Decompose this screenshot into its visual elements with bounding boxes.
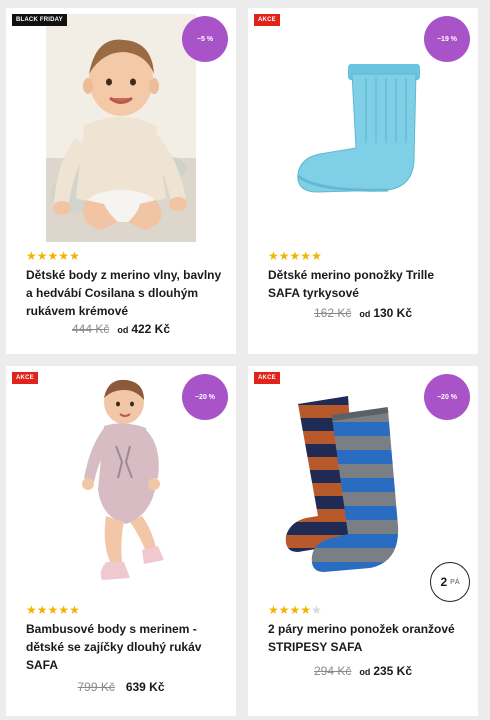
from-label: od — [359, 667, 371, 677]
product-card[interactable]: AKCE −20 % ★★★★★ 2 páry merino ponožek o… — [248, 366, 478, 716]
akce-badge: AKCE — [12, 372, 38, 384]
pair-unit: PÁ — [450, 578, 460, 586]
rating-stars: ★★★★★ — [26, 250, 80, 262]
old-price: 162 Kč — [313, 306, 352, 320]
current-price: 130 Kč — [373, 306, 413, 320]
discount-badge: −5 % — [182, 16, 228, 62]
discount-badge: −20 % — [424, 374, 470, 420]
akce-badge: AKCE — [254, 14, 280, 26]
star-icon: ★ — [268, 249, 279, 263]
product-title[interactable]: Bambusové body s merinem - dětské se zaj… — [26, 620, 224, 674]
akce-badge: AKCE — [254, 372, 280, 384]
rating-stars: ★★★★★ — [26, 604, 80, 616]
star-icon-empty: ★ — [311, 603, 322, 617]
star-icon: ★ — [289, 249, 301, 263]
current-price: 235 Kč — [373, 664, 413, 678]
product-title[interactable]: Dětské merino ponožky Trille SAFA tyrkys… — [268, 266, 466, 302]
price-row: 444 Kč od 422 Kč — [6, 322, 236, 336]
product-title[interactable]: Dětské body z merino vlny, bavlny a hedv… — [26, 266, 224, 320]
pair-count: 2 — [440, 575, 448, 589]
black-friday-badge: BLACK FRIDAY — [12, 14, 67, 26]
star-icon: ★ — [278, 249, 290, 263]
old-price: 444 Kč — [71, 322, 110, 336]
discount-badge: −20 % — [182, 374, 228, 420]
star-icon: ★ — [300, 249, 312, 263]
current-price: 639 Kč — [125, 680, 165, 694]
discount-badge: −19 % — [424, 16, 470, 62]
star-icon: ★ — [26, 603, 37, 617]
star-icon: ★ — [58, 603, 70, 617]
from-label: od — [359, 309, 371, 319]
star-icon: ★ — [47, 603, 59, 617]
star-icon: ★ — [268, 603, 279, 617]
product-title[interactable]: 2 páry merino ponožek oranžové STRIPESY … — [268, 620, 466, 656]
star-icon: ★ — [36, 249, 48, 263]
star-icon: ★ — [36, 603, 48, 617]
from-label: od — [117, 325, 129, 335]
star-icon: ★ — [278, 603, 290, 617]
product-card[interactable]: AKCE −20 % ★★★★★ Bambusové body s merine… — [6, 366, 236, 716]
current-price: 422 Kč — [131, 322, 171, 336]
star-icon: ★ — [26, 249, 37, 263]
star-icon: ★ — [311, 249, 322, 263]
star-icon: ★ — [58, 249, 70, 263]
old-price: 799 Kč — [77, 680, 115, 694]
star-icon: ★ — [289, 603, 301, 617]
price-row: 799 Kč 639 Kč — [6, 680, 236, 694]
rating-stars: ★★★★★ — [268, 604, 322, 616]
star-icon: ★ — [47, 249, 59, 263]
star-icon: ★ — [69, 603, 80, 617]
price-row: 294 Kč od 235 Kč — [248, 664, 478, 678]
star-icon: ★ — [300, 603, 312, 617]
price-row: 162 Kč od 130 Kč — [248, 306, 478, 320]
product-card[interactable]: AKCE −19 % ★★★★★ Dětské merino ponožky T… — [248, 8, 478, 354]
product-grid: BLACK FRIDAY −5 % ★★★★★ Dětské body z me… — [0, 0, 490, 720]
old-price: 294 Kč — [313, 664, 352, 678]
rating-stars: ★★★★★ — [268, 250, 322, 262]
pair-count-badge[interactable]: 2 PÁ — [430, 562, 470, 602]
star-icon: ★ — [69, 249, 80, 263]
product-card[interactable]: BLACK FRIDAY −5 % ★★★★★ Dětské body z me… — [6, 8, 236, 354]
